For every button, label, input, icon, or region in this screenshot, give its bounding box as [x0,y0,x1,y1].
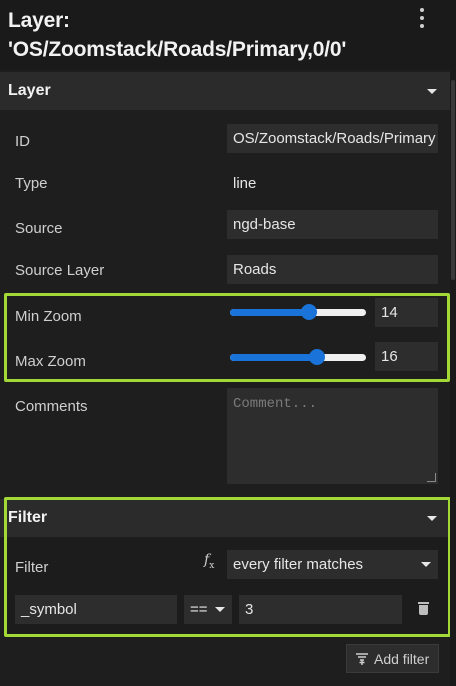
source-field[interactable]: ngd-base [227,210,438,239]
filter-key-input[interactable]: _symbol [15,595,177,624]
filter-operator-value: == [190,601,208,618]
title-line-1: Layer: [8,9,70,32]
filter-mode-select[interactable]: every filter matches [227,550,438,579]
resize-handle-icon[interactable] [427,473,436,482]
type-value: line [233,175,257,192]
chevron-down-icon [215,607,225,612]
function-icon[interactable]: fx [204,552,214,571]
add-filter-icon [356,653,368,665]
id-field[interactable]: OS/Zoomstack/Roads/Primary [227,124,438,153]
type-label: Type [15,175,48,192]
add-filter-label: Add filter [374,651,430,667]
max-zoom-label: Max Zoom [15,353,86,370]
min-zoom-input[interactable]: 14 [375,298,438,327]
source-layer-label: Source Layer [15,262,105,279]
filter-operator-select[interactable]: == [184,595,232,624]
chevron-down-icon [421,562,431,567]
max-zoom-input[interactable]: 16 [375,342,438,371]
id-label: ID [15,133,30,150]
min-zoom-slider[interactable] [230,304,366,320]
filter-section-header[interactable]: Filter [0,499,456,537]
trash-icon[interactable] [418,602,429,615]
layer-section-header[interactable]: Layer [0,72,456,110]
source-label: Source [15,220,63,237]
min-zoom-label: Min Zoom [15,308,82,325]
filter-mode-value: every filter matches [233,556,364,573]
page-title: Layer: 'OS/Zoomstack/Roads/Primary,0/0' [8,6,408,64]
scrollbar[interactable] [450,70,456,686]
chevron-down-icon[interactable] [427,516,437,521]
filter-label: Filter [15,559,49,576]
more-vertical-icon[interactable] [412,6,432,30]
add-filter-button[interactable]: Add filter [346,644,439,673]
filter-value-input[interactable]: 3 [239,595,402,624]
comments-textarea[interactable]: Comment... [227,388,438,484]
chevron-down-icon[interactable] [427,89,437,94]
layer-editor-panel: Layer: 'OS/Zoomstack/Roads/Primary,0/0' … [0,0,456,686]
comments-placeholder: Comment... [233,396,318,412]
source-layer-field[interactable]: Roads [227,255,438,284]
panel-header: Layer: 'OS/Zoomstack/Roads/Primary,0/0' [0,0,456,70]
title-line-2: 'OS/Zoomstack/Roads/Primary,0/0' [8,38,347,61]
max-zoom-slider[interactable] [230,349,366,365]
layer-section-title: Layer [8,82,51,99]
comments-label: Comments [15,398,88,415]
filter-section-title: Filter [8,509,48,526]
